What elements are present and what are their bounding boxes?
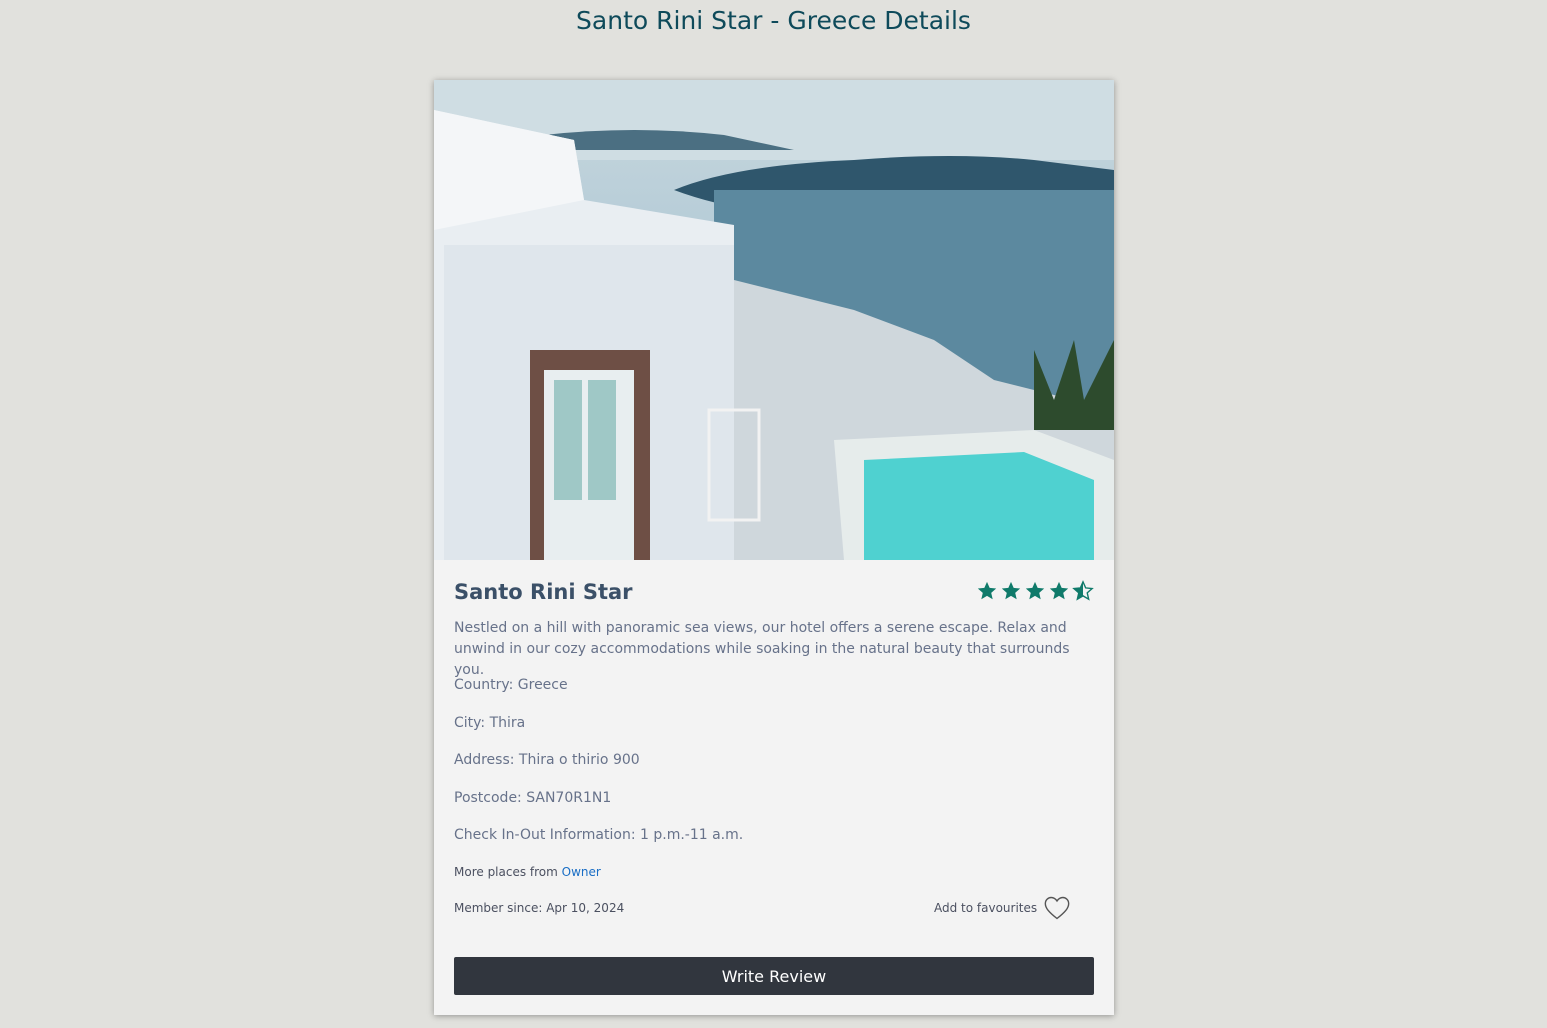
more-places: More places from Owner bbox=[454, 865, 601, 879]
star-icon bbox=[1049, 581, 1069, 600]
write-review-button[interactable]: Write Review bbox=[454, 957, 1094, 995]
hotel-description: Nestled on a hill with panoramic sea vie… bbox=[454, 620, 1070, 678]
hotel-name: Santo Rini Star bbox=[454, 580, 633, 604]
checkin-info: Check In-Out Information: 1 p.m.-11 a.m. bbox=[454, 827, 744, 843]
address-info: Address: Thira o thirio 900 bbox=[454, 752, 640, 768]
hotel-photo bbox=[434, 80, 1114, 560]
hotel-card: Santo Rini Star Nestled on a hill with p… bbox=[434, 80, 1114, 1015]
star-icon bbox=[1025, 581, 1045, 600]
country-info: Country: Greece bbox=[454, 677, 568, 693]
add-to-favourites[interactable]: Add to favourites bbox=[934, 894, 1071, 922]
star-rating bbox=[976, 580, 1094, 602]
more-places-label: More places from bbox=[454, 865, 562, 879]
city-info: City: Thira bbox=[454, 715, 526, 731]
heart-icon[interactable] bbox=[1043, 894, 1071, 922]
postcode-info: Postcode: SAN70R1N1 bbox=[454, 790, 612, 806]
santorini-photo-illustration bbox=[434, 80, 1114, 560]
star-icon bbox=[977, 581, 997, 600]
add-to-favourites-label: Add to favourites bbox=[934, 901, 1038, 915]
page-title: Santo Rini Star - Greece Details bbox=[576, 6, 971, 35]
member-since: Member since: Apr 10, 2024 bbox=[454, 901, 625, 915]
half-star-icon bbox=[1072, 580, 1094, 601]
star-icon bbox=[1001, 581, 1021, 600]
owner-link[interactable]: Owner bbox=[562, 865, 601, 879]
